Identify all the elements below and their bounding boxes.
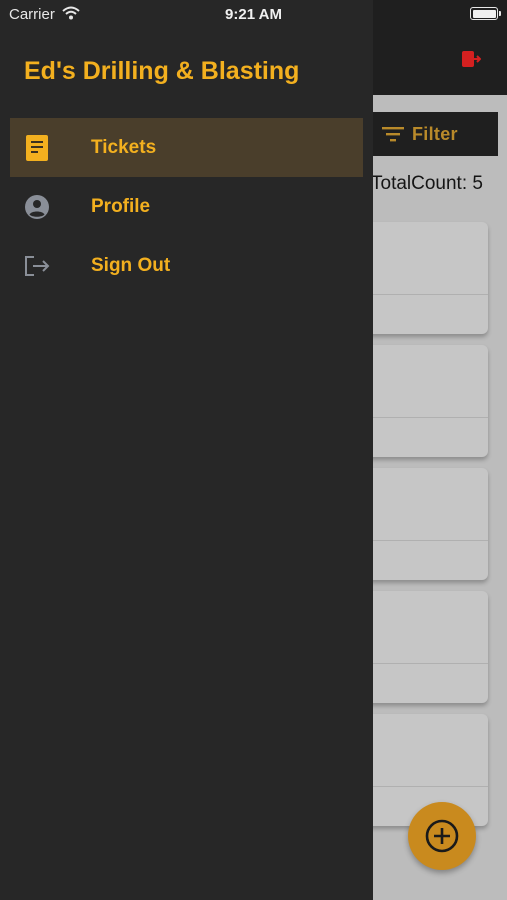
- menu-item-label: Tickets: [91, 136, 157, 158]
- exit-icon[interactable]: [461, 50, 481, 68]
- sign-out-icon: [24, 253, 50, 279]
- menu-item-label: Profile: [91, 195, 151, 217]
- filter-icon: [382, 127, 404, 142]
- add-ticket-button[interactable]: [408, 802, 476, 870]
- user-circle-icon: [24, 194, 50, 220]
- menu-item-profile[interactable]: Profile: [10, 177, 363, 236]
- status-bar: Carrier 9:21 AM: [0, 0, 507, 28]
- filter-button[interactable]: Filter: [372, 112, 498, 156]
- filter-label: Filter: [412, 123, 458, 144]
- battery-icon: [470, 7, 501, 20]
- add-circle-icon: [425, 819, 459, 853]
- menu-item-tickets[interactable]: Tickets: [10, 118, 363, 177]
- drawer-title: Ed's Drilling & Blasting: [24, 57, 300, 85]
- total-count: TotalCount: 5: [371, 173, 483, 194]
- document-icon: [24, 135, 50, 161]
- menu-item-sign-out[interactable]: Sign Out: [10, 236, 363, 295]
- menu-item-label: Sign Out: [91, 254, 171, 276]
- clock: 9:21 AM: [225, 6, 282, 23]
- navigation-drawer: Ed's Drilling & Blasting Tickets Profile: [0, 0, 373, 900]
